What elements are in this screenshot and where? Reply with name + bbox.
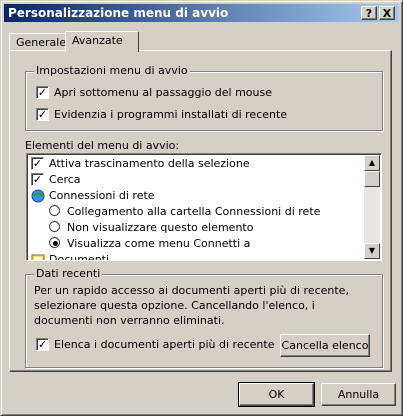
- settings-group: Impostazioni menu di avvio ✓ Apri sottom…: [25, 64, 383, 131]
- list-item[interactable]: Documenti: [31, 252, 365, 261]
- tab-label: Generale: [16, 36, 67, 49]
- title-bar: Personalizzazione menu di avvio ? X: [4, 4, 399, 22]
- radio[interactable]: [49, 205, 60, 216]
- list-recent-docs-label[interactable]: Elenca i documenti aperti più di recente: [54, 338, 274, 351]
- list-item-label: Non visualizzare questo elemento: [67, 221, 254, 234]
- highlight-new-checkbox[interactable]: ✓: [36, 108, 49, 121]
- checkbox[interactable]: ✓: [31, 173, 44, 186]
- list-item-label: Collegamento alla cartella Connessioni d…: [67, 205, 321, 218]
- dialog-window: Personalizzazione menu di avvio ? X Gene…: [0, 0, 403, 416]
- hover-submenu-label[interactable]: Apri sottomenu al passaggio del mouse: [54, 86, 272, 99]
- list-item[interactable]: ✓ Attiva trascinamento della selezione: [31, 156, 365, 172]
- list-item[interactable]: Non visualizzare questo elemento: [49, 220, 365, 236]
- list-item-label: Attiva trascinamento della selezione: [49, 157, 250, 170]
- recent-description: Per un rapido accesso ai documenti apert…: [34, 284, 349, 327]
- list-item-label: Visualizza come menu Connetti a: [67, 237, 251, 250]
- list-item-label: Cerca: [49, 173, 81, 186]
- list-item[interactable]: Connessioni di rete: [31, 188, 365, 204]
- recent-group: Dati recenti Per un rapido accesso ai do…: [25, 267, 383, 368]
- clear-list-button[interactable]: Cancella elenco: [280, 334, 370, 357]
- settings-group-title: Impostazioni menu di avvio: [34, 64, 190, 77]
- scroll-down-button[interactable]: ▼: [364, 243, 380, 259]
- hover-submenu-checkbox[interactable]: ✓: [36, 86, 49, 99]
- tab-avanzate[interactable]: Avanzate: [65, 31, 139, 52]
- help-button[interactable]: ?: [361, 6, 377, 20]
- list-item[interactable]: Visualizza come menu Connetti a: [49, 236, 365, 252]
- list-item-label: Documenti: [49, 253, 110, 261]
- radio[interactable]: [49, 221, 60, 232]
- network-icon: [31, 189, 45, 203]
- close-button[interactable]: X: [379, 6, 395, 20]
- cancel-button[interactable]: Annulla: [321, 383, 396, 406]
- ok-button[interactable]: OK: [238, 382, 315, 407]
- list-recent-docs-checkbox[interactable]: ✓: [36, 338, 49, 351]
- recent-group-title: Dati recenti: [34, 267, 103, 280]
- items-section-title: Elementi del menu di avvio:: [25, 139, 180, 152]
- list-item[interactable]: ✓ Cerca: [31, 172, 365, 188]
- radio-selected[interactable]: [49, 237, 60, 248]
- tab-label: Avanzate: [72, 34, 123, 47]
- documents-icon: [31, 254, 45, 260]
- scroll-thumb[interactable]: [364, 171, 380, 187]
- scroll-up-button[interactable]: ▲: [364, 155, 380, 171]
- list-scrollbar[interactable]: ▲ ▼: [364, 155, 380, 259]
- window-title: Personalizzazione menu di avvio: [8, 6, 229, 20]
- checkbox[interactable]: ✓: [31, 157, 44, 170]
- highlight-new-label[interactable]: Evidenzia i programmi installati di rece…: [54, 108, 287, 121]
- start-menu-items-list[interactable]: ✓ Attiva trascinamento della selezione ✓…: [26, 153, 382, 261]
- tab-generale[interactable]: Generale: [9, 33, 67, 51]
- list-item[interactable]: Collegamento alla cartella Connessioni d…: [49, 204, 365, 220]
- list-item-label: Connessioni di rete: [49, 189, 155, 202]
